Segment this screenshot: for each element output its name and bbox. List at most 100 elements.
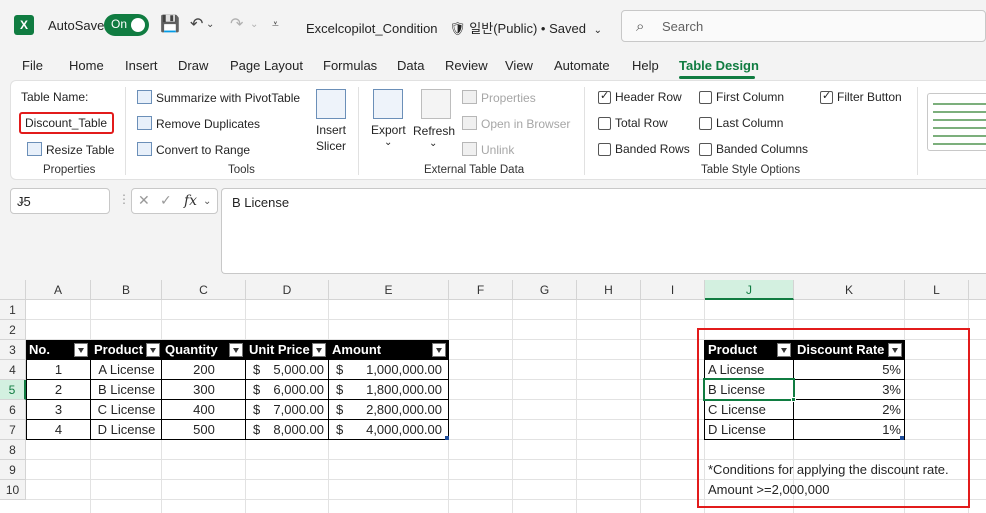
save-icon[interactable]: 💾 [160, 14, 180, 33]
table1-header-amount[interactable]: Amount [329, 340, 449, 360]
column-header-b[interactable]: B [91, 280, 162, 300]
table-cell[interactable]: 500 [162, 420, 246, 440]
column-header-c[interactable]: C [162, 280, 246, 300]
row-header-8[interactable]: 8 [0, 440, 26, 460]
row-header-4[interactable]: 4 [0, 360, 26, 380]
filter-dropdown-icon[interactable] [146, 343, 160, 357]
customize-toolbar-icon[interactable]: ⩡ [272, 17, 279, 32]
table-cell[interactable]: C License [91, 400, 162, 420]
tab-automate[interactable]: Automate [554, 58, 610, 73]
export-chevron-icon[interactable]: ⌄ [384, 137, 392, 148]
total-row-checkbox[interactable] [598, 117, 611, 130]
export-button[interactable]: Export [371, 123, 406, 137]
column-header-l[interactable]: L [905, 280, 969, 300]
column-header-f[interactable]: F [449, 280, 513, 300]
filter-dropdown-icon[interactable] [229, 343, 243, 357]
table-cell[interactable]: 8,000.00 [262, 420, 327, 440]
select-all-corner[interactable] [0, 280, 26, 300]
unlink-button[interactable]: Unlink [462, 142, 514, 157]
tab-review[interactable]: Review [445, 58, 488, 73]
filter-dropdown-icon[interactable] [432, 343, 446, 357]
undo-icon[interactable]: ↶ [190, 14, 203, 33]
filter-dropdown-icon[interactable] [74, 343, 88, 357]
chevron-down-icon[interactable]: ⌄ [17, 194, 103, 207]
first-column-checkbox[interactable] [699, 91, 712, 104]
tab-view[interactable]: View [505, 58, 533, 73]
insert-slicer-label-1[interactable]: Insert [316, 123, 346, 137]
table-cell[interactable]: 4,000,000.00 [345, 420, 445, 440]
export-icon[interactable] [373, 89, 403, 119]
row-header-5[interactable]: 5 [0, 380, 26, 400]
tab-help[interactable]: Help [632, 58, 659, 73]
banded-rows-checkbox[interactable] [598, 143, 611, 156]
formula-input[interactable]: B License [221, 188, 986, 274]
enter-icon[interactable]: ✓ [160, 193, 172, 209]
column-header-g[interactable]: G [513, 280, 577, 300]
convert-to-range-button[interactable]: Convert to Range [137, 142, 250, 157]
row-header-1[interactable]: 1 [0, 300, 26, 320]
refresh-chevron-icon[interactable]: ⌄ [429, 138, 437, 149]
remove-duplicates-button[interactable]: Remove Duplicates [137, 116, 260, 131]
column-header-d[interactable]: D [246, 280, 329, 300]
row-header-9[interactable]: 9 [0, 460, 26, 480]
tab-draw[interactable]: Draw [178, 58, 208, 73]
column-header-j[interactable]: J [705, 280, 794, 300]
cancel-icon[interactable]: ✕ [138, 193, 150, 209]
insert-slicer-label-2[interactable]: Slicer [316, 139, 346, 153]
tab-file[interactable]: File [22, 58, 43, 73]
table-cell[interactable]: 2,800,000.00 [345, 400, 445, 420]
name-box[interactable]: J5 ⌄ [10, 188, 110, 214]
row-header-6[interactable]: 6 [0, 400, 26, 420]
row-header-3[interactable]: 3 [0, 340, 26, 360]
tab-data[interactable]: Data [397, 58, 424, 73]
table-cell[interactable]: 4 [26, 420, 91, 440]
table-cell[interactable]: 1 [26, 360, 91, 380]
summarize-pivottable-button[interactable]: Summarize with PivotTable [137, 90, 300, 105]
tab-formulas[interactable]: Formulas [323, 58, 377, 73]
chevron-down-icon[interactable]: ⌄ [203, 196, 211, 207]
chevron-down-icon[interactable]: ⌄ [594, 25, 602, 36]
properties-button[interactable]: Properties [462, 90, 536, 105]
table-cell[interactable]: 1,800,000.00 [345, 380, 445, 400]
spreadsheet-grid[interactable]: A B C D E F G H I J K L 1 2 3 4 5 6 7 8 … [0, 280, 986, 513]
table-cell[interactable]: 300 [162, 380, 246, 400]
refresh-icon[interactable] [421, 89, 451, 119]
insert-function-icon[interactable]: fx [184, 193, 197, 209]
table-cell[interactable]: 200 [162, 360, 246, 380]
autosave-toggle[interactable]: On [104, 14, 149, 36]
column-header-i[interactable]: I [641, 280, 705, 300]
last-column-checkbox[interactable] [699, 117, 712, 130]
redo-icon[interactable]: ↷ [230, 14, 243, 33]
tab-insert[interactable]: Insert [125, 58, 158, 73]
filter-dropdown-icon[interactable] [312, 343, 326, 357]
table-cell[interactable]: 6,000.00 [262, 380, 327, 400]
column-header-m[interactable] [969, 280, 986, 300]
table-cell[interactable]: 1,000,000.00 [345, 360, 445, 380]
table-name-input[interactable]: Discount_Table [19, 112, 114, 134]
table-resize-handle[interactable] [445, 436, 449, 440]
column-header-a[interactable]: A [26, 280, 91, 300]
banded-columns-checkbox[interactable] [699, 143, 712, 156]
column-header-k[interactable]: K [794, 280, 905, 300]
table-cell[interactable]: B License [91, 380, 162, 400]
search-input[interactable]: ⌕ Search [621, 10, 986, 42]
row-header-2[interactable]: 2 [0, 320, 26, 340]
tab-home[interactable]: Home [69, 58, 104, 73]
header-row-checkbox[interactable] [598, 89, 611, 104]
filter-button-checkbox[interactable] [820, 89, 833, 104]
row-header-10[interactable]: 10 [0, 480, 26, 500]
table-styles-gallery[interactable] [927, 93, 986, 151]
table-cell[interactable]: D License [91, 420, 162, 440]
column-header-e[interactable]: E [329, 280, 449, 300]
table-cell[interactable]: A License [91, 360, 162, 380]
table-cell[interactable]: 7,000.00 [262, 400, 327, 420]
slicer-icon[interactable] [316, 89, 346, 119]
table-cell[interactable]: 3 [26, 400, 91, 420]
table-cell[interactable]: 5,000.00 [262, 360, 327, 380]
table-cell[interactable]: 400 [162, 400, 246, 420]
tab-page-layout[interactable]: Page Layout [230, 58, 303, 73]
row-header-7[interactable]: 7 [0, 420, 26, 440]
resize-table-button[interactable]: Resize Table [27, 142, 114, 157]
more-options-icon[interactable]: ⋮ [118, 192, 130, 206]
tab-table-design[interactable]: Table Design [679, 58, 759, 73]
